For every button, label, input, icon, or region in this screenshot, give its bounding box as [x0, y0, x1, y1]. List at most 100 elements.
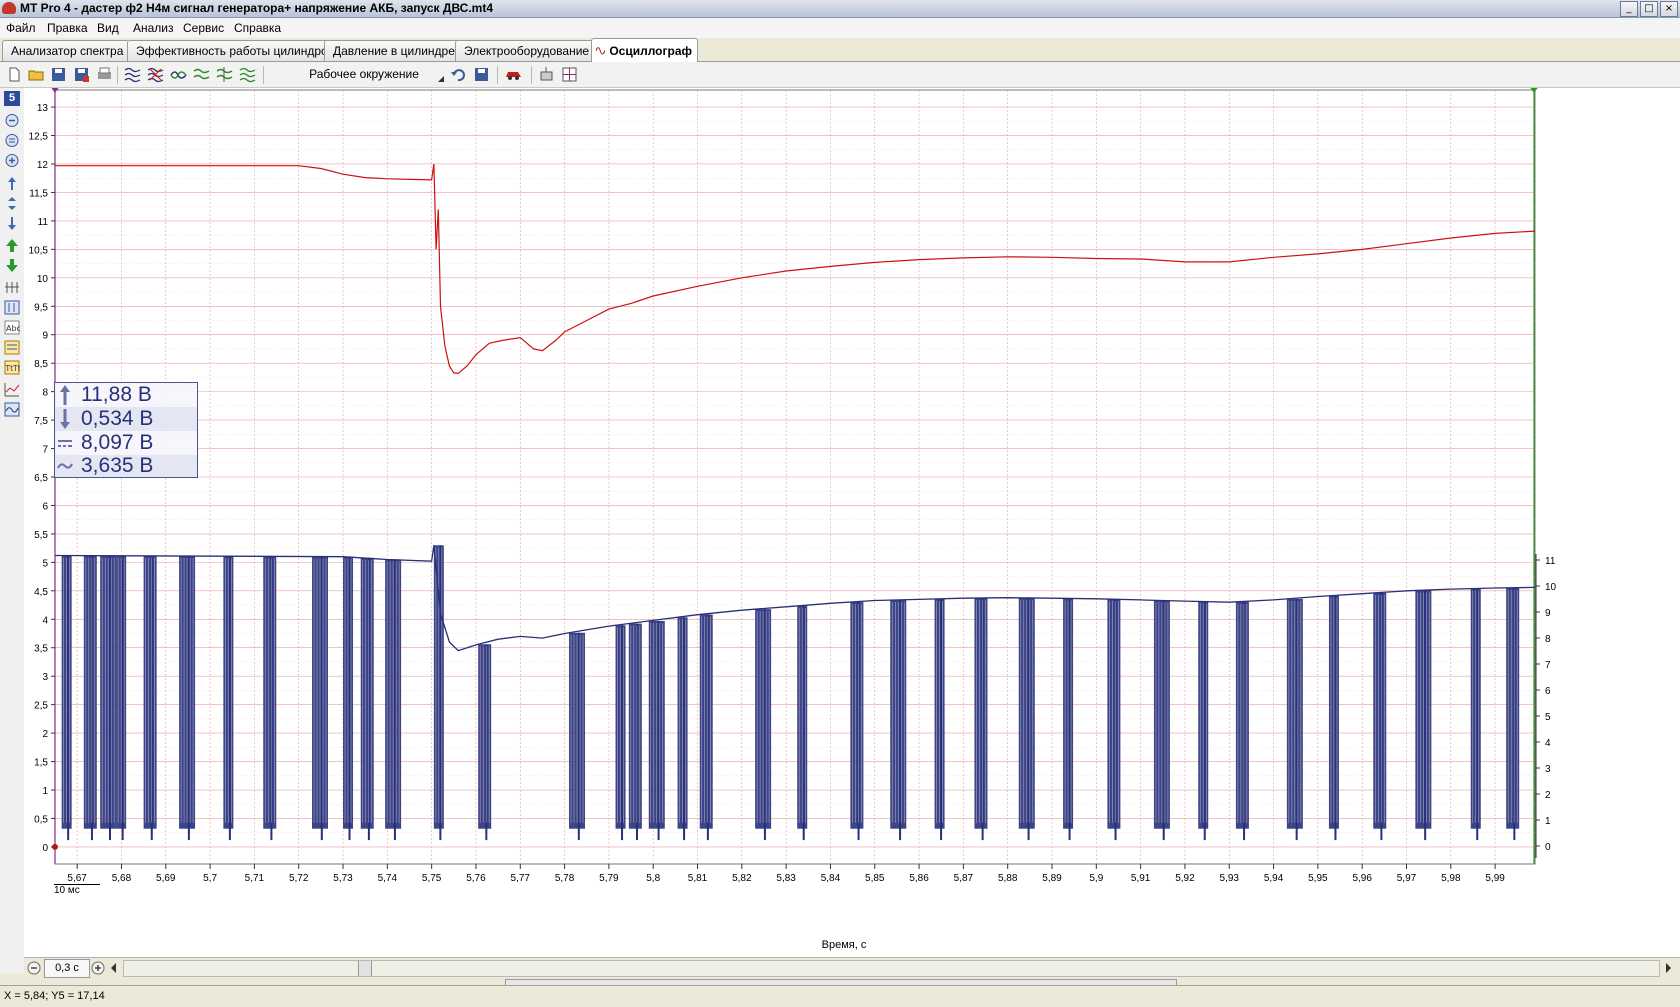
scale-down-icon[interactable] — [4, 216, 20, 231]
zoom-time-in-icon[interactable] — [91, 961, 105, 975]
measure-table-icon[interactable] — [4, 340, 20, 355]
menu-help[interactable]: Справка — [234, 21, 281, 35]
oscilloscope-chart[interactable]: 00,511,522,533,544,555,566,577,588,599,5… — [24, 86, 1680, 957]
x-axis-tick-label: 5,83 — [776, 873, 796, 884]
channels-all-icon[interactable] — [124, 66, 141, 83]
left-axis-tick-label: 4 — [42, 615, 48, 626]
generator-pulse-spike — [1476, 588, 1479, 841]
time-scrollbar-track[interactable] — [123, 960, 1660, 977]
x-axis-tick-label: 5,69 — [156, 873, 176, 884]
save-workspace-icon[interactable] — [473, 66, 490, 83]
zoom-time-out-icon[interactable] — [27, 961, 41, 975]
right-axis-tick-label: 3 — [1545, 764, 1551, 775]
channel-badge[interactable]: 5 — [4, 91, 20, 106]
toolbar-separator — [531, 66, 532, 84]
generator-pulse-spike — [621, 625, 624, 841]
left-axis-tick-label: 7 — [42, 445, 48, 456]
tab-label: Анализатор спектра — [11, 44, 124, 58]
scale-fit-icon[interactable] — [4, 196, 20, 211]
text-label-icon[interactable]: Abc — [4, 320, 20, 335]
svg-text:TtTt: TtTt — [5, 364, 21, 373]
right-axis-tick-label: 9 — [1545, 608, 1551, 619]
cursor-values-icon[interactable] — [4, 300, 20, 315]
undo-icon[interactable] — [450, 66, 467, 83]
generator-pulse-spike — [67, 555, 70, 841]
scroll-right-icon[interactable] — [1662, 961, 1674, 975]
menu-edit[interactable]: Правка — [47, 21, 88, 35]
x-axis-tick-label: 5,73 — [333, 873, 353, 884]
generator-pulse-spike — [1334, 595, 1337, 841]
shift-up-icon[interactable] — [4, 238, 20, 253]
x-axis-tick-label: 5,67 — [67, 873, 87, 884]
generator-pulse-spike — [1203, 601, 1206, 841]
scroll-left-icon[interactable] — [108, 961, 120, 975]
svg-text:Abc: Abc — [6, 324, 20, 333]
left-axis-tick-label: 9 — [42, 331, 48, 342]
car-icon[interactable] — [505, 66, 522, 83]
toolbar-separator — [117, 66, 118, 84]
title-bar: MT Pro 4 - дастер ф2 Н4м сигнал генерато… — [0, 0, 1680, 18]
settings-grid-icon[interactable] — [561, 66, 578, 83]
generator-pulse-spike — [940, 598, 943, 841]
tab-cylinder-pressure[interactable]: Давление в цилиндре — [324, 40, 459, 61]
left-axis-tick-label: 3,5 — [34, 644, 48, 655]
zoom-reset-icon[interactable] — [4, 133, 20, 148]
generator-pulse-spike — [439, 545, 442, 841]
oscilloscope-view-icon[interactable] — [4, 402, 20, 417]
tab-spectrum-analyzer[interactable]: Анализатор спектра — [2, 40, 129, 61]
menu-analysis[interactable]: Анализ — [133, 21, 174, 35]
new-file-icon[interactable] — [6, 66, 23, 83]
print-icon[interactable] — [96, 66, 113, 83]
grid-toggle-icon[interactable] — [4, 280, 20, 295]
menu-file[interactable]: Файл — [6, 21, 36, 35]
device-icon[interactable] — [538, 66, 555, 83]
zoom-in-icon[interactable] — [4, 153, 20, 168]
module-tabs: Анализатор спектра Эффективность работы … — [0, 38, 1680, 62]
left-axis-tick-label: 2 — [42, 729, 48, 740]
x-axis-tick-label: 5,75 — [422, 873, 442, 884]
x-axis-tick-label: 5,89 — [1042, 873, 1062, 884]
left-axis-tick-label: 8 — [42, 388, 48, 399]
x-axis-tick-label: 5,91 — [1131, 873, 1151, 884]
channels-crossed-icon[interactable] — [147, 66, 164, 83]
chart-mode-icon[interactable] — [4, 382, 20, 397]
tab-oscilloscope[interactable]: Осциллограф — [591, 38, 698, 62]
workspace-dropdown[interactable]: Рабочее окружение — [285, 64, 443, 85]
close-button[interactable]: × — [1660, 1, 1678, 17]
max-arrow-icon — [60, 385, 70, 405]
tab-electrical[interactable]: Электрооборудование — [455, 40, 593, 61]
generator-pulse-spike — [1162, 600, 1165, 841]
channel-overlay-icon[interactable] — [170, 66, 187, 83]
tab-label: Осциллограф — [609, 43, 692, 58]
menu-view[interactable]: Вид — [97, 21, 119, 35]
left-axis-tick-label: 5 — [42, 558, 48, 569]
shift-down-icon[interactable] — [4, 258, 20, 273]
left-axis-tick-label: 7,5 — [34, 416, 48, 427]
maximize-button[interactable]: □ — [1640, 1, 1658, 17]
oscilloscope-chart-area[interactable]: 0 0,5 1 1,5 2 2,5 3 3,5 4 4,5 5 5,5 6 6,5 7 7,5 8 8,5 9 9,5… — [24, 86, 1680, 957]
generator-pulse-spike — [1424, 590, 1427, 841]
minimize-button[interactable]: _ — [1620, 1, 1638, 17]
tab-cylinder-efficiency[interactable]: Эффективность работы цилиндров — [127, 40, 334, 61]
channels-split-icon[interactable] — [216, 66, 233, 83]
tt-icon[interactable]: TtTt — [4, 360, 20, 375]
zoom-out-icon[interactable] — [4, 113, 20, 128]
left-axis-tick-label: 10,5 — [29, 245, 49, 256]
right-axis-tick-label: 6 — [1545, 686, 1551, 697]
channels-stack-icon[interactable] — [239, 66, 256, 83]
scale-up-icon[interactable] — [4, 176, 20, 191]
menu-service[interactable]: Сервис — [183, 21, 224, 35]
save-as-icon[interactable] — [73, 66, 90, 83]
measurement-average-value: 8,097 В — [81, 431, 154, 454]
save-icon[interactable] — [50, 66, 67, 83]
time-scale-indicator: 10 мс — [54, 884, 100, 896]
right-axis-tick-label: 10 — [1545, 582, 1557, 593]
time-zoom-value[interactable]: 0,3 с — [44, 959, 90, 978]
time-scrollbar-thumb[interactable] — [358, 961, 372, 976]
x-axis-tick-label: 5,96 — [1352, 873, 1372, 884]
x-axis-tick-label: 5,81 — [688, 873, 708, 884]
channels-green-icon[interactable] — [193, 66, 210, 83]
open-folder-icon[interactable] — [28, 66, 45, 83]
x-axis-tick-label: 5,76 — [466, 873, 486, 884]
x-axis: 5,67 5,68 5,69 5,7 5,71 5,72 5,73 5,74 5,75 5,76 5… — [67, 864, 1505, 884]
